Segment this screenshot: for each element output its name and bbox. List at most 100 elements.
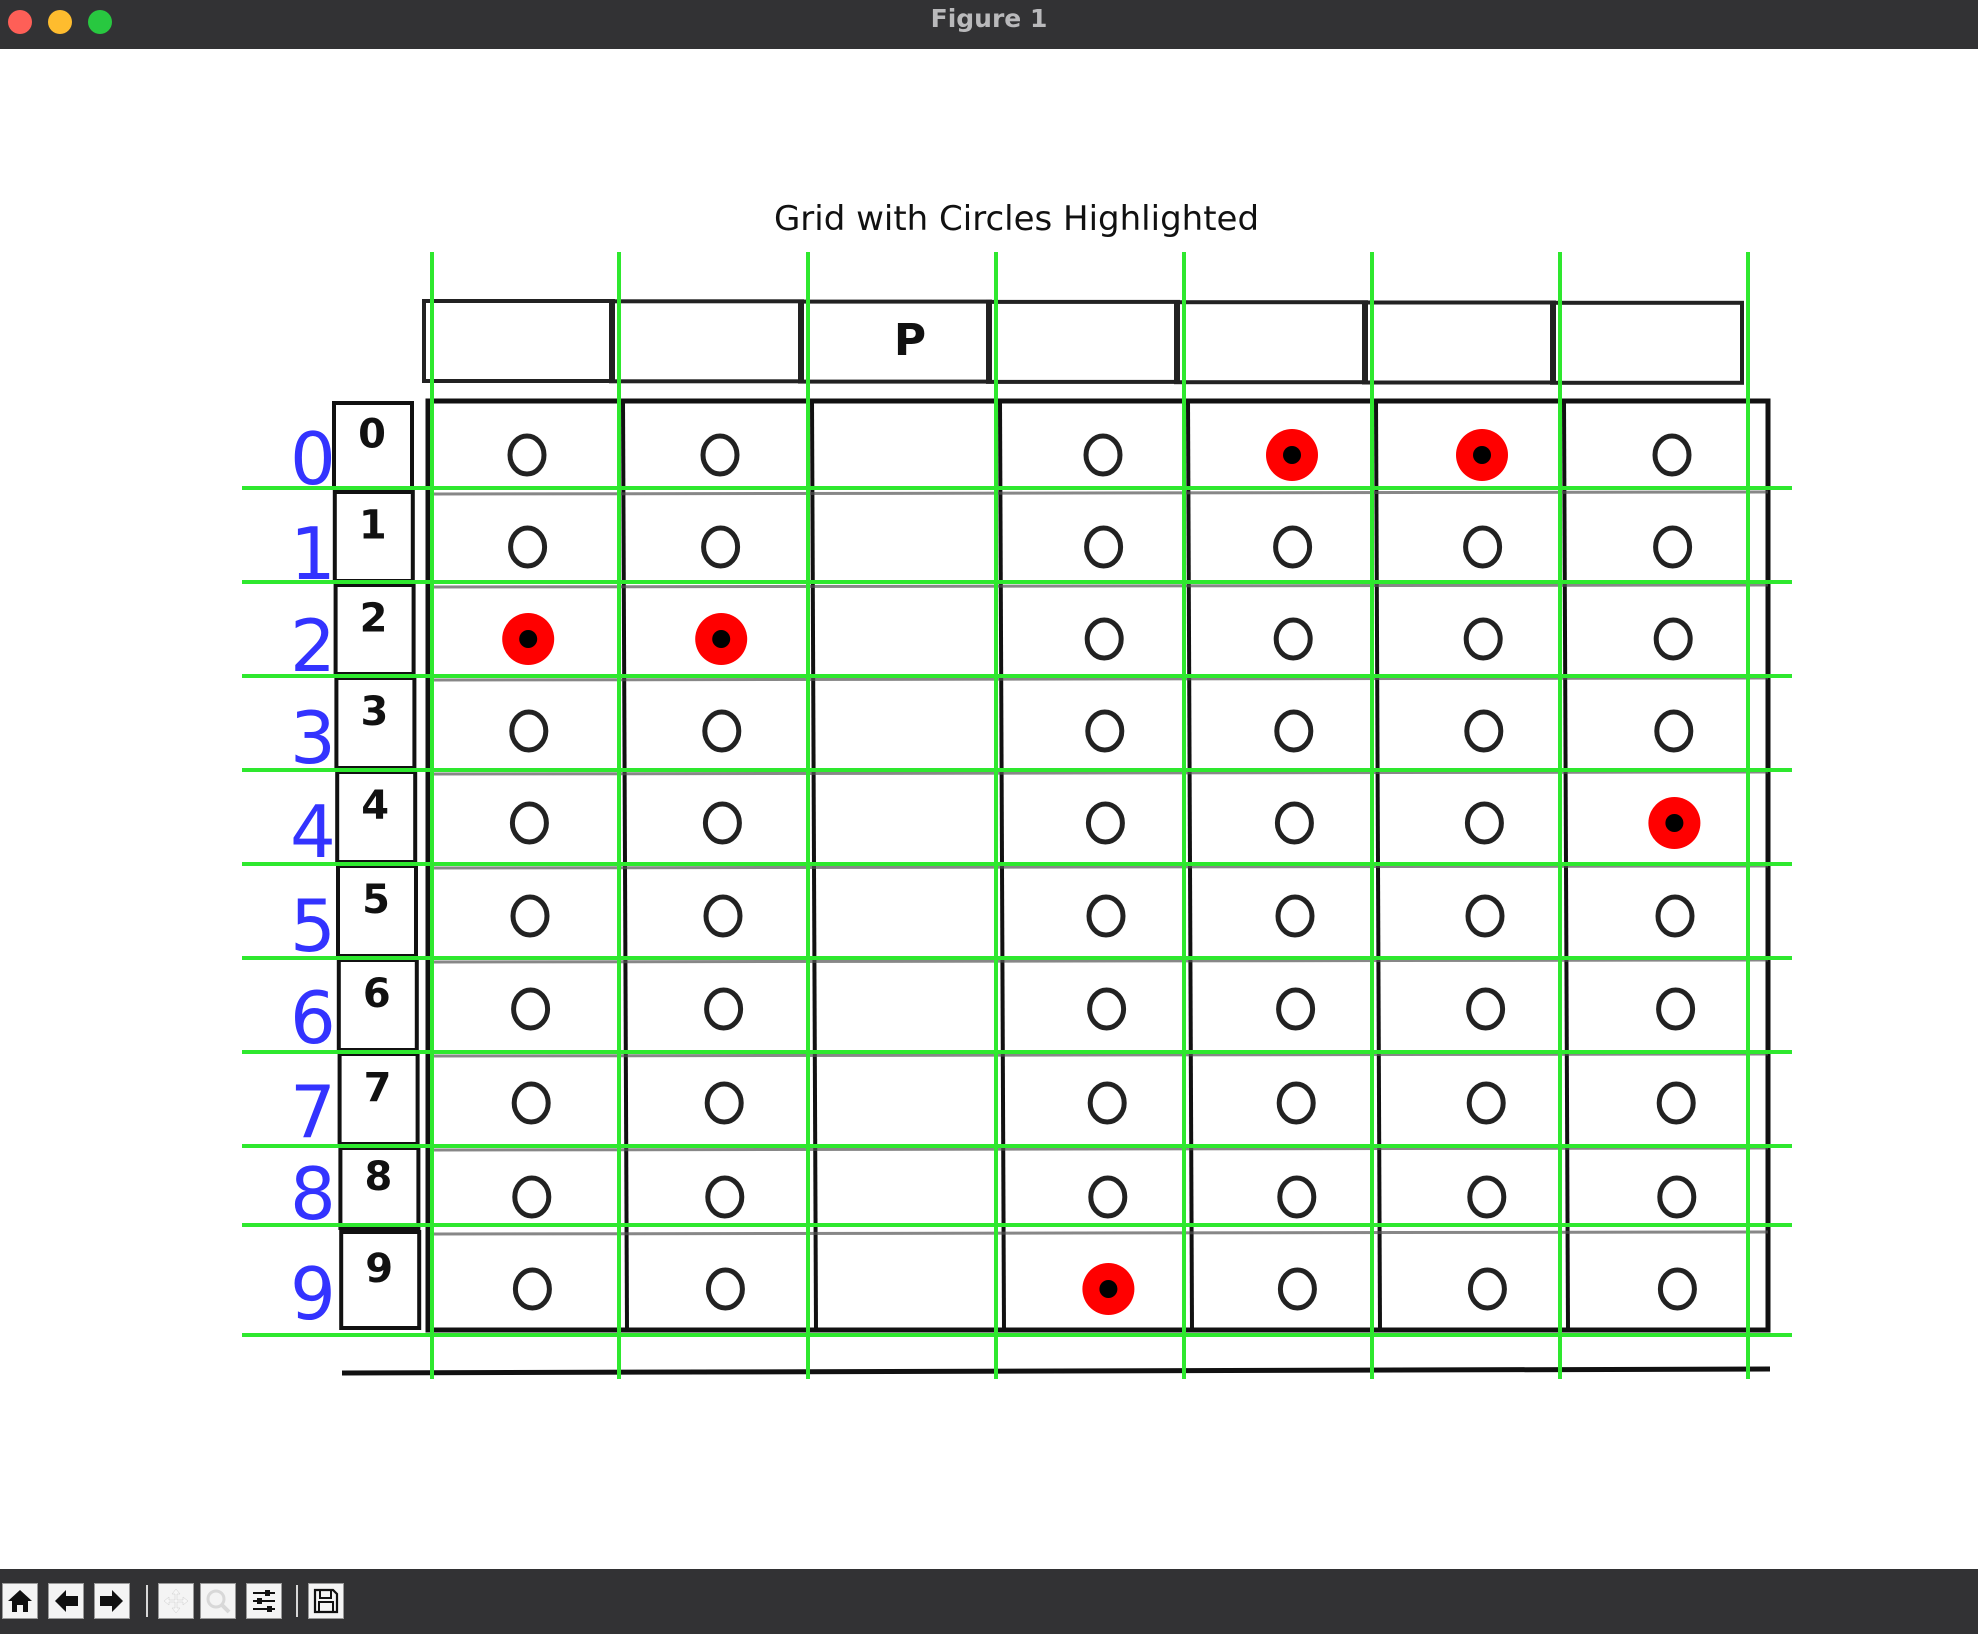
highlighted-bubble-center — [519, 630, 538, 648]
empty-bubble — [511, 987, 551, 1031]
pan-icon — [163, 1588, 189, 1614]
empty-bubble — [1656, 987, 1696, 1031]
header-cell — [1550, 300, 1744, 385]
empty-bubble — [511, 1081, 551, 1125]
save-button[interactable] — [308, 1583, 344, 1619]
toolbar-separator — [146, 1585, 148, 1617]
row-index-label: 2 — [290, 604, 336, 688]
header-letter: P — [894, 315, 926, 366]
empty-bubble — [1087, 1081, 1127, 1125]
empty-bubble — [1656, 1081, 1696, 1125]
empty-bubble — [509, 709, 549, 753]
empty-bubble — [510, 894, 550, 938]
row-index-label: 5 — [290, 884, 336, 968]
row-number: 4 — [361, 783, 389, 829]
empty-bubble — [1463, 525, 1503, 569]
answer-sheet-image: 0123456789P0123456789 — [242, 252, 1792, 1379]
row-number: 0 — [358, 412, 386, 458]
empty-bubble — [1273, 525, 1313, 569]
table-row-line — [431, 1146, 1769, 1152]
empty-bubble — [1467, 1267, 1507, 1311]
zoom-icon — [206, 1589, 231, 1614]
empty-bubble — [1657, 1267, 1697, 1311]
empty-bubble — [704, 1081, 744, 1125]
figure-canvas[interactable]: Grid with Circles Highlighted 0123456789… — [0, 49, 1978, 1569]
empty-bubble — [1657, 1175, 1697, 1219]
header-cell — [1362, 300, 1556, 385]
toolbar-separator — [296, 1585, 298, 1617]
empty-bubble — [1655, 894, 1695, 938]
empty-bubble — [1467, 1175, 1507, 1219]
configure-subplots-button[interactable] — [246, 1583, 282, 1619]
empty-bubble — [1085, 801, 1125, 845]
empty-bubble — [512, 1175, 552, 1219]
zoom-button[interactable] — [200, 1583, 236, 1619]
table-row-line — [431, 1230, 1769, 1236]
empty-bubble — [1085, 709, 1125, 753]
pan-button[interactable] — [158, 1583, 194, 1619]
row-number: 8 — [364, 1154, 392, 1200]
empty-bubble — [1466, 1081, 1506, 1125]
empty-bubble — [1086, 894, 1126, 938]
highlighted-bubble-center — [1665, 814, 1684, 832]
row-index-label: 0 — [290, 417, 336, 501]
row-number: 3 — [360, 689, 388, 735]
row-number: 9 — [365, 1246, 393, 1292]
navigation-toolbar — [0, 1569, 1978, 1634]
empty-bubble — [704, 987, 744, 1031]
empty-bubble — [1465, 894, 1505, 938]
empty-bubble — [1654, 709, 1694, 753]
empty-bubble — [1088, 1175, 1128, 1219]
highlighted-bubble-center — [1283, 446, 1301, 464]
empty-bubble — [512, 1267, 552, 1311]
table-row-line — [431, 583, 1769, 589]
row-number: 6 — [363, 971, 391, 1017]
row-index-label: 1 — [290, 512, 336, 596]
empty-bubble — [701, 525, 741, 569]
scanned-sheet: 0 1 2 3 4 5 6 7 8 9 P — [332, 299, 1771, 1376]
configure-subplots-icon — [253, 1590, 275, 1612]
title-bar: Figure 1 — [0, 0, 1978, 50]
row-number: 2 — [360, 596, 388, 642]
row-number: 5 — [362, 877, 390, 923]
header-cell — [609, 299, 804, 384]
home-icon — [8, 1590, 32, 1612]
empty-bubble — [1084, 617, 1124, 661]
empty-bubble — [508, 525, 548, 569]
empty-bubble — [1276, 1081, 1316, 1125]
row-index-label: 6 — [290, 976, 336, 1060]
empty-bubble — [1653, 525, 1693, 569]
table-row-line — [431, 958, 1769, 964]
highlighted-bubble-center — [1099, 1280, 1118, 1298]
empty-bubble — [1277, 1267, 1317, 1311]
highlighted-bubble-center — [712, 630, 731, 648]
empty-bubble — [1653, 617, 1693, 661]
row-index-label: 8 — [290, 1152, 336, 1236]
empty-bubble — [1275, 894, 1315, 938]
empty-bubble — [507, 433, 547, 477]
empty-bubble — [1084, 525, 1124, 569]
table-row-line — [431, 1052, 1769, 1058]
footer-line — [341, 1366, 1771, 1376]
empty-bubble — [1274, 709, 1314, 753]
empty-bubble — [509, 801, 549, 845]
header-cell — [422, 299, 615, 383]
empty-bubble — [1273, 617, 1313, 661]
empty-bubble — [1464, 801, 1504, 845]
empty-bubble — [700, 433, 740, 477]
empty-bubble — [1652, 433, 1692, 477]
empty-bubble — [1463, 617, 1503, 661]
back-arrow-icon — [55, 1590, 78, 1612]
row-number: 1 — [359, 503, 387, 549]
empty-bubble — [1276, 987, 1316, 1031]
forward-button[interactable] — [94, 1583, 130, 1619]
empty-bubble — [703, 894, 743, 938]
home-button[interactable] — [2, 1583, 38, 1619]
empty-bubble — [1274, 801, 1314, 845]
table-row-line — [431, 490, 1769, 496]
empty-bubble — [1087, 987, 1127, 1031]
table-row-line — [431, 676, 1769, 682]
table-row-line — [431, 864, 1769, 870]
back-button[interactable] — [48, 1583, 84, 1619]
save-icon — [313, 1588, 339, 1614]
